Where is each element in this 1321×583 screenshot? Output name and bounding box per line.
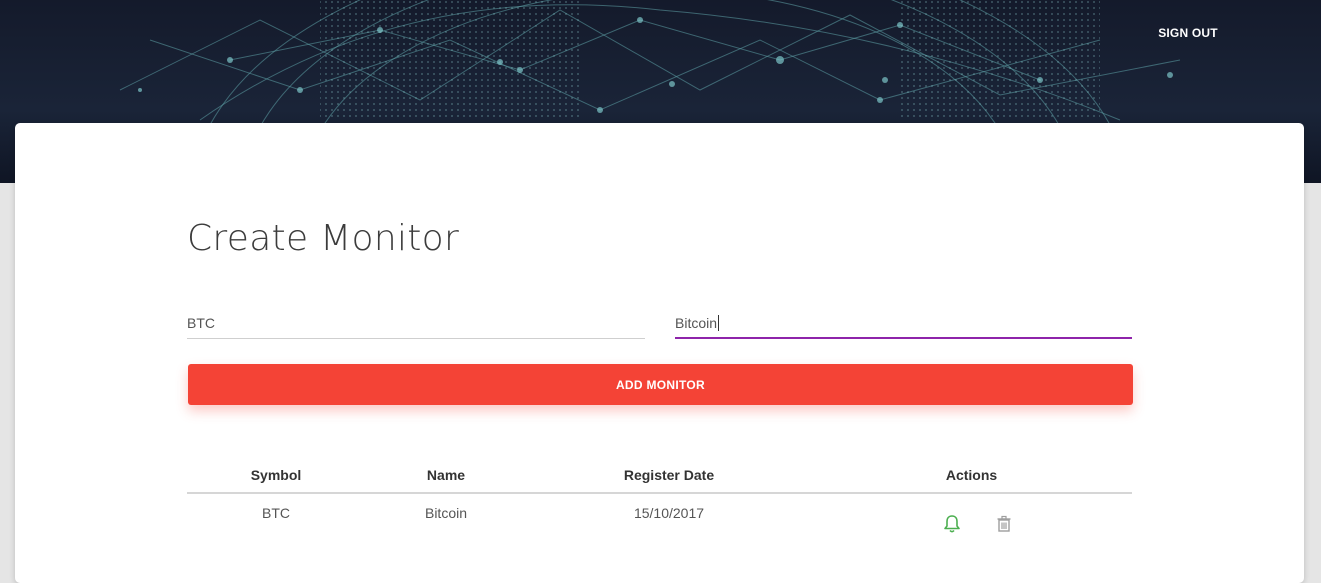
trash-icon[interactable] [994,514,1014,534]
cell-register-date: 15/10/2017 [633,505,705,521]
create-monitor-card: Create Monitor Bitcoin ADD MONITOR Symbo… [15,123,1304,583]
sign-out-button[interactable]: SIGN OUT [1148,22,1228,44]
monitors-table: Symbol Name Register Date Actions BTC Bi… [187,458,1132,534]
column-header-symbol: Symbol [250,467,302,483]
bell-icon[interactable] [942,514,962,534]
cell-actions [811,505,1132,534]
row-actions [811,505,1132,534]
name-field[interactable]: Bitcoin [675,308,1132,339]
symbol-field[interactable] [187,308,645,339]
add-monitor-button[interactable]: ADD MONITOR [188,364,1133,405]
cell-name: Bitcoin [424,505,468,521]
text-caret [718,314,720,331]
page-title: Create Monitor [187,218,460,259]
table-header: Symbol Name Register Date Actions [187,458,1132,494]
symbol-input[interactable] [187,315,645,331]
name-input[interactable]: Bitcoin [675,315,717,331]
column-header-name: Name [426,467,466,483]
table-row: BTC Bitcoin 15/10/2017 [187,494,1132,534]
column-header-register-date: Register Date [623,467,715,483]
cell-symbol: BTC [262,505,290,521]
column-header-actions: Actions [945,467,998,483]
